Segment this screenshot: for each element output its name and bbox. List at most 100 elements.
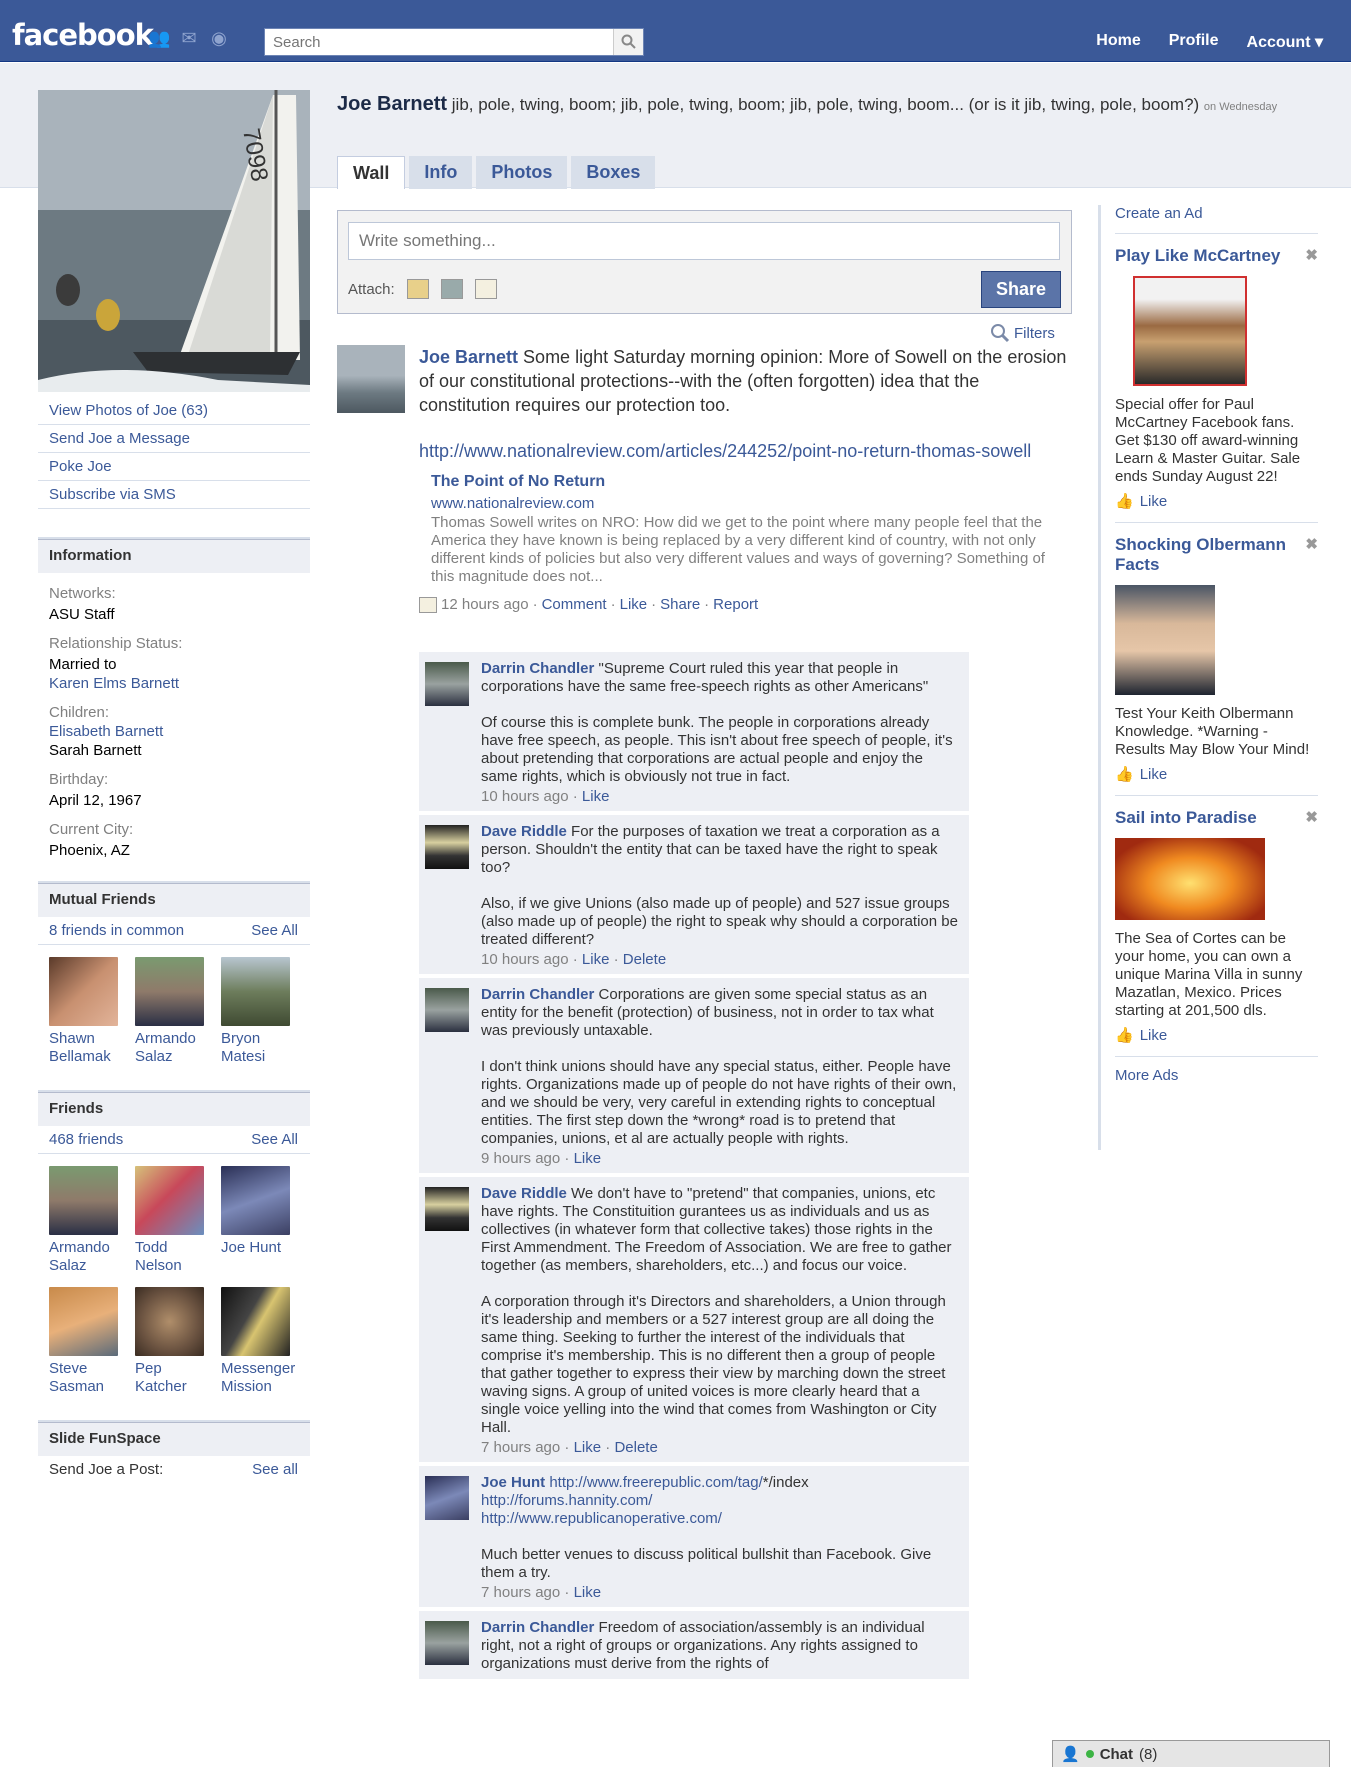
friend-name[interactable]: Pep Katcher (135, 1360, 217, 1396)
friend-name[interactable]: Steve Sasman (49, 1360, 131, 1396)
poke-link[interactable]: Poke Joe (38, 453, 310, 481)
messages-icon[interactable]: ✉ (178, 28, 200, 48)
report-link[interactable]: Report (713, 596, 758, 613)
ad-like-label[interactable]: Like (1140, 1027, 1168, 1044)
comment-url-link[interactable]: http://www.freerepublic.com/tag/ (549, 1474, 762, 1491)
tab-info[interactable]: Info (409, 156, 473, 189)
friend-photo[interactable] (135, 1287, 204, 1356)
post-url-link[interactable]: http://www.nationalreview.com/articles/2… (419, 439, 1069, 463)
close-ad-icon[interactable]: ✖ (1305, 246, 1318, 264)
commenter-name[interactable]: Darrin Chandler (481, 986, 594, 1003)
close-ad-icon[interactable]: ✖ (1305, 808, 1318, 826)
comment-url-link[interactable]: http://forums.hannity.com/ (481, 1492, 652, 1509)
ad-like-label[interactable]: Like (1140, 766, 1168, 783)
nav-home[interactable]: Home (1096, 32, 1140, 52)
search-input[interactable] (265, 29, 615, 55)
friend-item[interactable]: Joe Hunt (221, 1166, 307, 1275)
filters-label[interactable]: Filters (1014, 325, 1055, 342)
comment-delete-link[interactable]: Delete (614, 1439, 657, 1456)
comment-like-link[interactable]: Like (582, 788, 610, 805)
comment-link[interactable]: Comment (542, 596, 607, 613)
friend-requests-icon[interactable]: 👥 (148, 28, 170, 48)
post-author-photo[interactable] (337, 345, 405, 413)
ad-image[interactable] (1115, 585, 1215, 695)
attach-video-icon[interactable] (440, 279, 463, 299)
commenter-photo[interactable] (425, 825, 469, 869)
ad-like-link[interactable]: 👍 Like (1115, 765, 1318, 784)
ad-like-label[interactable]: Like (1140, 493, 1168, 510)
write-something-input[interactable]: Write something... (348, 222, 1060, 260)
friend-item[interactable]: Todd Nelson (135, 1166, 221, 1275)
friends-see-all-link[interactable]: See All (251, 1126, 298, 1153)
mutual-count-link[interactable]: 8 friends in common (49, 917, 184, 944)
commenter-name[interactable]: Joe Hunt (481, 1474, 545, 1491)
friend-photo[interactable] (221, 1166, 290, 1235)
spouse-link[interactable]: Karen Elms Barnett (38, 675, 310, 692)
send-message-link[interactable]: Send Joe a Message (38, 425, 310, 453)
friend-photo[interactable] (221, 957, 290, 1026)
ad-title[interactable]: Play Like McCartney (1115, 246, 1295, 266)
ad-image[interactable] (1115, 838, 1265, 920)
notifications-icon[interactable]: ◉ (208, 28, 230, 48)
tab-boxes[interactable]: Boxes (571, 156, 656, 189)
friend-name[interactable]: Messenger Mission (221, 1360, 303, 1396)
friend-item[interactable]: Bryon Matesi (221, 957, 307, 1066)
ad-title[interactable]: Shocking Olbermann Facts (1115, 535, 1295, 575)
attachment-title[interactable]: The Point of No Return (431, 473, 1069, 491)
comment-like-link[interactable]: Like (582, 951, 610, 968)
ad-title[interactable]: Sail into Paradise (1115, 808, 1295, 828)
friend-photo[interactable] (49, 1287, 118, 1356)
comment-url-link[interactable]: http://www.republicanoperative.com/ (481, 1510, 722, 1527)
friend-photo[interactable] (221, 1287, 290, 1356)
friend-name[interactable]: Joe Hunt (221, 1239, 303, 1257)
share-link[interactable]: Share (660, 596, 700, 613)
post-time[interactable]: 12 hours ago (441, 596, 529, 613)
profile-picture[interactable]: 7098 (38, 90, 310, 392)
friend-photo[interactable] (135, 957, 204, 1026)
friends-count-link[interactable]: 468 friends (49, 1126, 123, 1153)
post-author-link[interactable]: Joe Barnett (419, 347, 518, 367)
attach-photo-icon[interactable] (406, 279, 429, 299)
friend-name[interactable]: Shawn Bellamak (49, 1030, 131, 1066)
close-ad-icon[interactable]: ✖ (1305, 535, 1318, 553)
ad-like-link[interactable]: 👍 Like (1115, 492, 1318, 511)
funspace-see-all-link[interactable]: See all (252, 1456, 298, 1484)
commenter-name[interactable]: Darrin Chandler (481, 660, 594, 677)
commenter-name[interactable]: Dave Riddle (481, 1185, 567, 1202)
subscribe-sms-link[interactable]: Subscribe via SMS (38, 481, 310, 509)
ad-like-link[interactable]: 👍 Like (1115, 1026, 1318, 1045)
nav-profile[interactable]: Profile (1169, 32, 1219, 52)
friend-item[interactable]: Armando Salaz (135, 957, 221, 1066)
comment-like-link[interactable]: Like (574, 1150, 602, 1167)
commenter-photo[interactable] (425, 988, 469, 1032)
friend-photo[interactable] (135, 1166, 204, 1235)
search-icon[interactable] (613, 29, 643, 55)
friend-item[interactable]: Steve Sasman (49, 1287, 135, 1396)
friend-item[interactable]: Armando Salaz (49, 1166, 135, 1275)
attachment-host[interactable]: www.nationalreview.com (431, 495, 1069, 512)
tab-wall[interactable]: Wall (337, 156, 406, 189)
tab-photos[interactable]: Photos (476, 156, 568, 189)
like-link[interactable]: Like (620, 596, 648, 613)
commenter-name[interactable]: Darrin Chandler (481, 1619, 594, 1636)
commenter-photo[interactable] (425, 1621, 469, 1665)
commenter-photo[interactable] (425, 1476, 469, 1520)
commenter-name[interactable]: Dave Riddle (481, 823, 567, 840)
friend-photo[interactable] (49, 957, 118, 1026)
chat-bar[interactable]: 👤 Chat (8) (1052, 1740, 1330, 1767)
friend-name[interactable]: Armando Salaz (135, 1030, 217, 1066)
commenter-photo[interactable] (425, 662, 469, 706)
child-link[interactable]: Elisabeth Barnett (38, 723, 310, 740)
friend-item[interactable]: Shawn Bellamak (49, 957, 135, 1066)
commenter-photo[interactable] (425, 1187, 469, 1231)
view-photos-link[interactable]: View Photos of Joe (63) (38, 397, 310, 425)
mutual-see-all-link[interactable]: See All (251, 917, 298, 944)
chat-label[interactable]: Chat (1100, 1746, 1133, 1763)
facebook-logo[interactable]: facebook (12, 18, 154, 52)
friend-item[interactable]: Messenger Mission (221, 1287, 307, 1396)
attach-link-icon[interactable] (474, 279, 497, 299)
nav-account[interactable]: Account ▾ (1247, 32, 1323, 52)
friend-name[interactable]: Todd Nelson (135, 1239, 217, 1275)
friend-name[interactable]: Bryon Matesi (221, 1030, 303, 1066)
share-button[interactable]: Share (981, 271, 1061, 308)
